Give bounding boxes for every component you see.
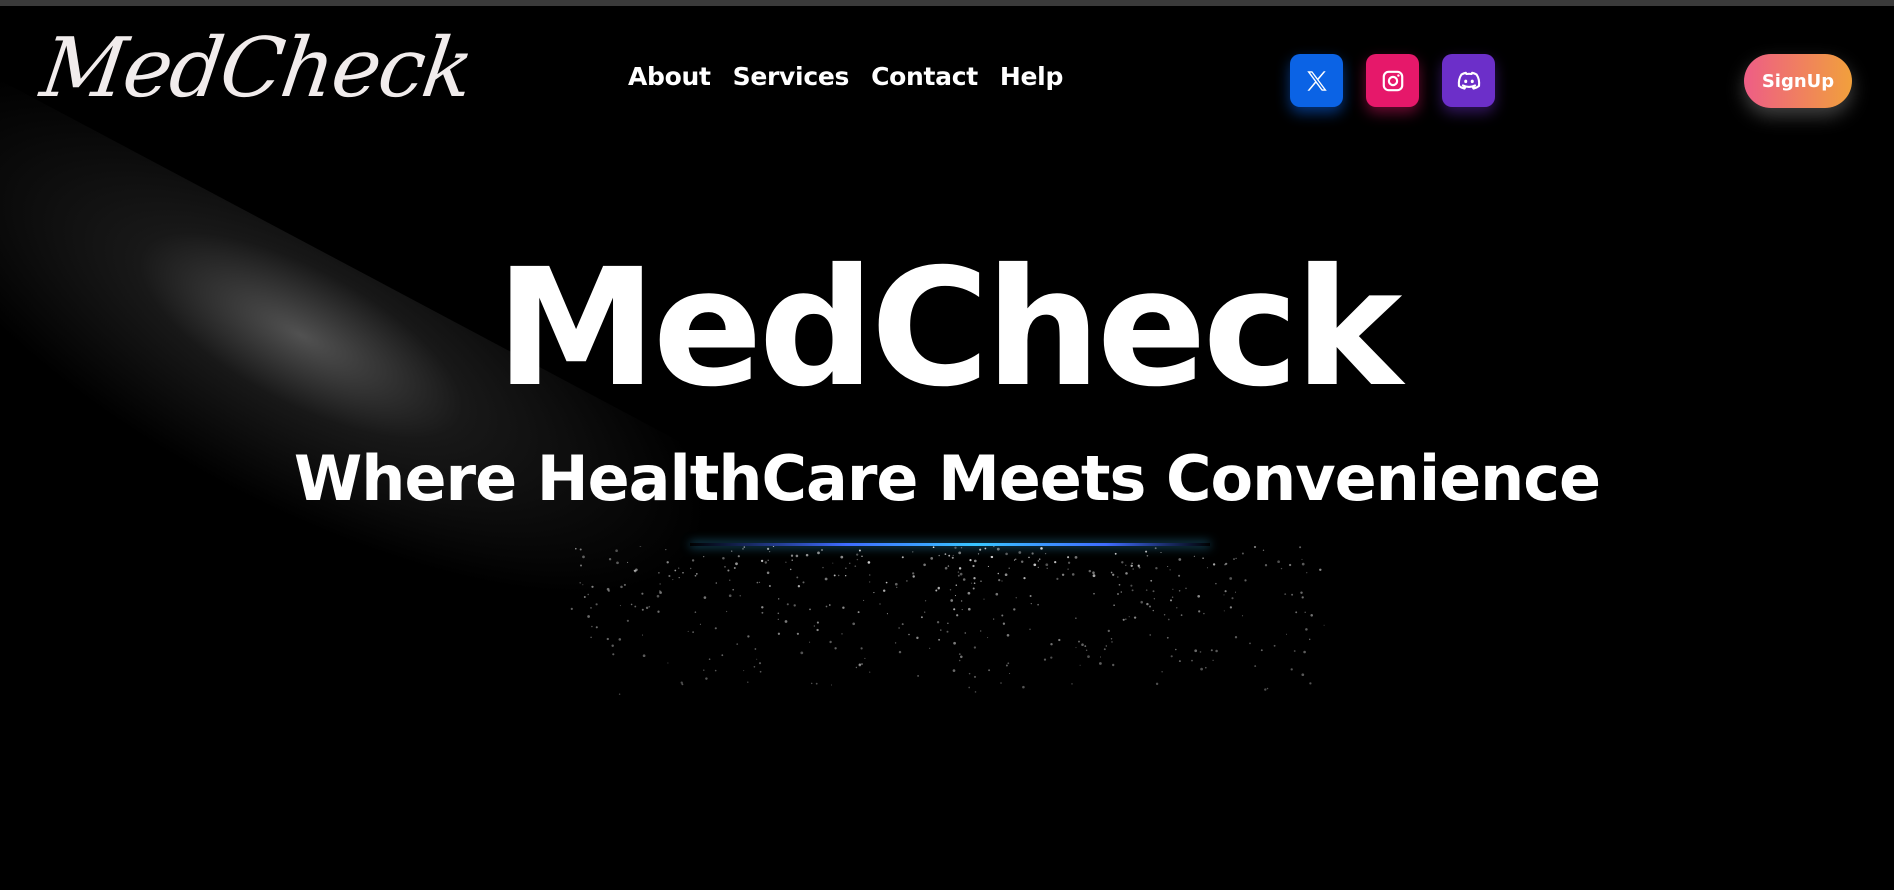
signup-button[interactable]: SignUp bbox=[1744, 54, 1852, 108]
hero-subtitle: Where HealthCare Meets Convenience bbox=[293, 442, 1601, 515]
nav-link-contact[interactable]: Contact bbox=[871, 62, 978, 91]
navbar: MedCheck About Services Contact Help Sig… bbox=[0, 6, 1894, 144]
x-twitter-button[interactable] bbox=[1290, 54, 1343, 107]
nav-link-about[interactable]: About bbox=[628, 62, 711, 91]
nav-link-services[interactable]: Services bbox=[733, 62, 850, 91]
discord-button[interactable] bbox=[1442, 54, 1495, 107]
nav-link-help[interactable]: Help bbox=[1000, 62, 1063, 91]
logo[interactable]: MedCheck bbox=[35, 21, 477, 116]
x-twitter-icon bbox=[1306, 70, 1327, 91]
sparkles-particles bbox=[570, 546, 1325, 695]
instagram-icon bbox=[1382, 70, 1403, 91]
hero-title: MedCheck bbox=[495, 235, 1403, 423]
discord-icon bbox=[1457, 71, 1480, 90]
instagram-button[interactable] bbox=[1366, 54, 1419, 107]
nav-links: About Services Contact Help bbox=[628, 62, 1063, 91]
social-links bbox=[1290, 54, 1495, 107]
